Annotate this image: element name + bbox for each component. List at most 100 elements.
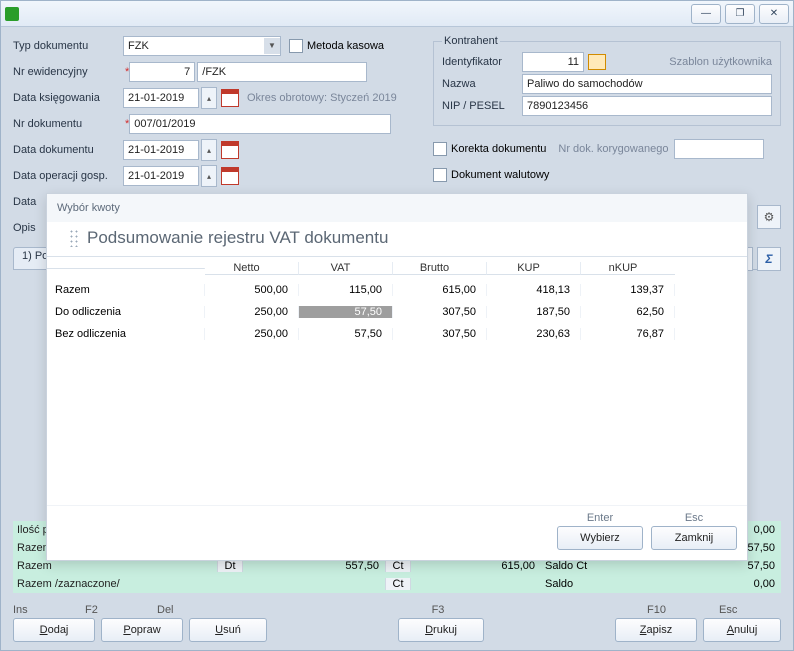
walutowy-checkbox[interactable] [433,168,447,182]
data-ksiegowania-label: Data księgowania [13,92,123,104]
row-value: 230,63 [487,328,581,340]
szablon-label: Szablon użytkownika [669,56,772,68]
row-value: 500,00 [205,284,299,296]
nr-ewid-input[interactable]: 7 [129,62,195,82]
col-header-nkup: nKUP [581,262,675,275]
modal-grid-row[interactable]: Bez odliczenia250,0057,50307,50230,6376,… [47,323,747,345]
row-value: 250,00 [205,328,299,340]
metoda-kasowa-checkbox[interactable] [289,39,303,53]
date-spinner-button[interactable]: ▴ [201,87,217,109]
summary-dt: Dt [217,560,243,572]
hint-f2: F2 [85,604,157,616]
modal-grid: Netto VAT Brutto KUP nKUP Razem500,00115… [47,256,747,505]
nip-label: NIP / PESEL [442,100,522,112]
summary-label: Razem [13,560,217,572]
nazwa-input[interactable]: Paliwo do samochodów [522,74,772,94]
row-value: 57,50 [299,306,393,318]
modal-hint-esc: Esc [685,512,703,524]
modal-header: Podsumowanie rejestru VAT dokumentu [47,222,747,256]
summary-label-2: Saldo Ct [541,560,685,572]
row-value: 615,00 [393,284,487,296]
zapisz-button[interactable]: Zapisz [615,618,697,642]
kontrahent-legend: Kontrahent [442,35,500,47]
window-maximize-button[interactable]: ❐ [725,4,755,24]
metoda-kasowa-label: Metoda kasowa [307,40,384,52]
row-label: Razem [47,284,205,296]
row-label: Bez odliczenia [47,328,205,340]
identyfikator-input[interactable]: 11 [522,52,584,72]
data-operacji-label: Data operacji gosp. [13,170,123,182]
nip-input[interactable]: 7890123456 [522,96,772,116]
gear-button[interactable]: ⚙ [757,205,781,229]
summary-value-3: 0,00 [685,578,781,590]
popraw-button[interactable]: Popraw [101,618,183,642]
row-value: 250,00 [205,306,299,318]
data-operacji-input[interactable]: 21-01-2019 [123,166,199,186]
calendar-icon[interactable] [221,141,239,159]
col-header-label [47,268,205,269]
row-value: 187,50 [487,306,581,318]
korekta-label: Korekta dokumentu [451,143,546,155]
data-dokumentu-label: Data dokumentu [13,144,123,156]
button-bar: Ins F2 Del F3 F10 Esc Dodaj Popraw Usuń … [13,602,781,644]
dodaj-button[interactable]: Dodaj [13,618,95,642]
nr-kor-label: Nr dok. korygowanego [558,143,668,155]
nr-ewid-suffix-input[interactable]: /FZK [197,62,367,82]
hint-f3: F3 [229,604,647,616]
data-dokumentu-input[interactable]: 21-01-2019 [123,140,199,160]
typ-dokumentu-label: Typ dokumentu [13,40,123,52]
nr-kor-input[interactable] [674,139,764,159]
walutowy-label: Dokument walutowy [451,169,549,181]
anuluj-button[interactable]: Anuluj [703,618,781,642]
nr-ewid-label: Nr ewidencyjny [13,66,123,78]
col-header-kup: KUP [487,262,581,275]
app-icon [5,7,19,21]
row-label: Do odliczenia [47,306,205,318]
row-value: 139,37 [581,284,675,296]
col-header-vat: VAT [299,262,393,275]
summary-row: Razem /zaznaczone/CtSaldo0,00 [13,575,781,593]
tab-action-sigma[interactable]: Σ [757,247,781,271]
nr-dokumentu-label: Nr dokumentu [13,118,123,130]
summary-label: Razem /zaznaczone/ [13,578,217,590]
hint-ins: Ins [13,604,85,616]
typ-dokumentu-combo[interactable]: FZK ▼ [123,36,281,56]
window-close-button[interactable]: ✕ [759,4,789,24]
wybor-kwoty-modal: Wybór kwoty Podsumowanie rejestru VAT do… [46,193,748,561]
kontrahent-fieldset: Kontrahent Identyfikator 11 Szablon użyt… [433,35,781,126]
nr-dokumentu-input[interactable]: 007/01/2019 [129,114,391,134]
summary-value-3: 57,50 [685,560,781,572]
date-spinner-button[interactable]: ▴ [201,139,217,161]
row-value: 115,00 [299,284,393,296]
okres-obrotowy-label: Okres obrotowy: Styczeń 2019 [247,92,397,104]
korekta-checkbox[interactable] [433,142,447,156]
usun-button[interactable]: Usuń [189,618,267,642]
calendar-icon[interactable] [221,89,239,107]
row-value: 307,50 [393,328,487,340]
row-value: 57,50 [299,328,393,340]
chevron-down-icon: ▼ [264,38,280,54]
wybierz-button[interactable]: Wybierz [557,526,643,550]
row-value: 62,50 [581,306,675,318]
hint-f10: F10 [647,604,719,616]
summary-value-1: 557,50 [243,560,385,572]
summary-value-2: 615,00 [411,560,541,572]
drukuj-button[interactable]: Drukuj [398,618,484,642]
data-ksiegowania-input[interactable]: 21-01-2019 [123,88,199,108]
calendar-icon[interactable] [221,167,239,185]
modal-grid-row[interactable]: Razem500,00115,00615,00418,13139,37 [47,279,747,301]
titlebar: — ❐ ✕ [1,1,793,27]
modal-title: Wybór kwoty [47,194,747,222]
folder-icon[interactable] [588,54,606,70]
row-value: 418,13 [487,284,581,296]
hint-esc: Esc [719,604,781,616]
summary-ct: Ct [385,578,411,590]
summary-ct: Ct [385,560,411,572]
zamknij-button[interactable]: Zamknij [651,526,737,550]
modal-grid-empty [47,345,747,505]
grip-icon [69,229,79,247]
date-spinner-button[interactable]: ▴ [201,165,217,187]
modal-grid-row[interactable]: Do odliczenia250,0057,50307,50187,5062,5… [47,301,747,323]
window-minimize-button[interactable]: — [691,4,721,24]
modal-grid-header: Netto VAT Brutto KUP nKUP [47,257,747,279]
